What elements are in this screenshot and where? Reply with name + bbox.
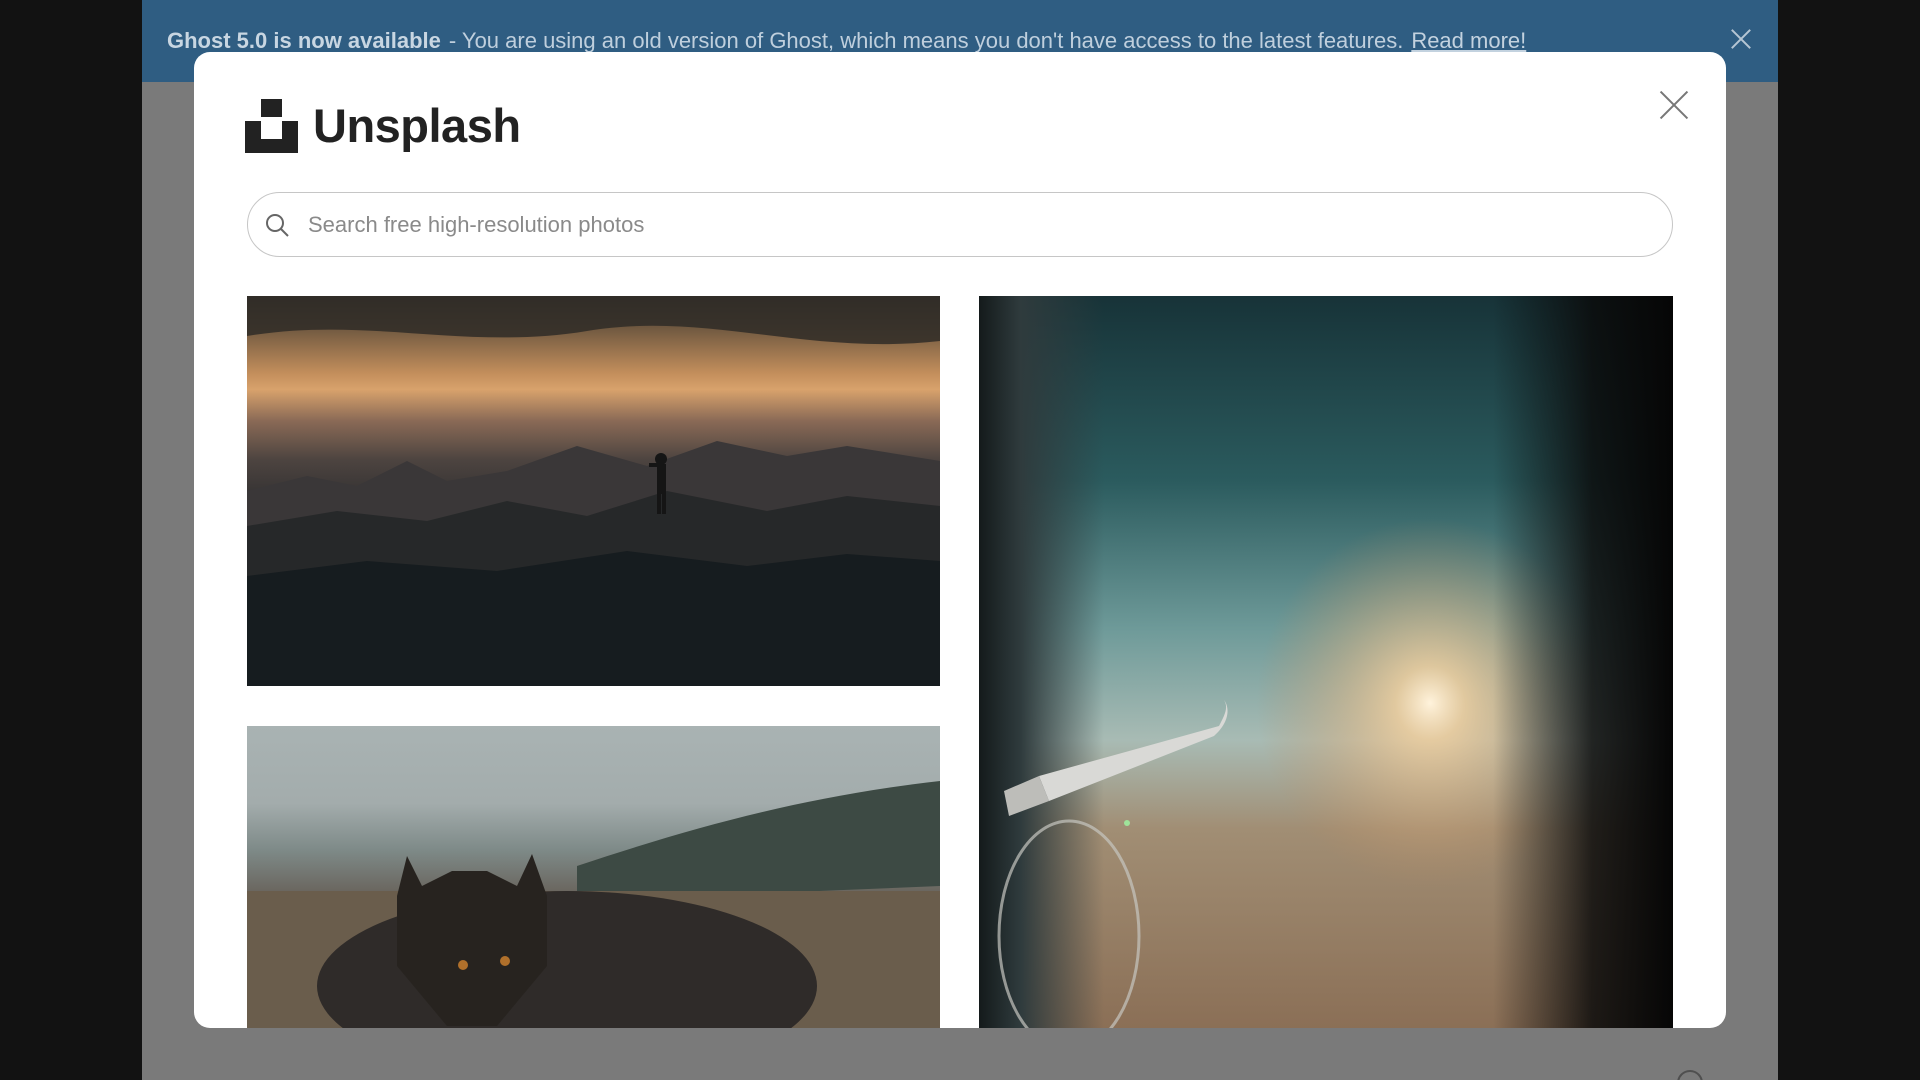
read-more-link[interactable]: Read more! xyxy=(1411,28,1526,54)
modal-close-icon[interactable] xyxy=(1659,90,1689,120)
mountain-silhouette xyxy=(247,296,940,686)
unsplash-brand: Unsplash xyxy=(245,98,521,153)
banner-message: - You are using an old version of Ghost,… xyxy=(448,28,1404,53)
search-icon xyxy=(266,213,289,237)
search-input[interactable] xyxy=(306,210,1640,239)
photo-arctic-fox[interactable] xyxy=(247,726,940,1028)
photo-mountain-sunset[interactable] xyxy=(247,296,940,686)
fox-scene xyxy=(247,781,940,1028)
photo-airplane-wing[interactable] xyxy=(979,296,1673,1028)
help-icon xyxy=(1677,1070,1703,1080)
banner-title: Ghost 5.0 is now available xyxy=(167,28,441,53)
banner-close-icon[interactable] xyxy=(1730,28,1752,50)
brand-name: Unsplash xyxy=(313,99,521,152)
unsplash-logo-icon xyxy=(245,98,298,153)
window-frame-shadow xyxy=(1493,296,1673,1028)
search-bar[interactable] xyxy=(247,192,1673,257)
unsplash-modal: Unsplash xyxy=(194,52,1726,1028)
